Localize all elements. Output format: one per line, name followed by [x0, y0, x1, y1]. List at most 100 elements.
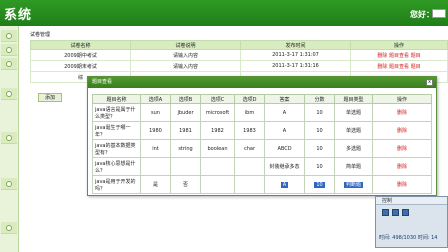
user-box	[432, 9, 446, 18]
paper-name: 2009期中考试	[30, 49, 131, 61]
delete-link[interactable]: 删除	[372, 103, 432, 122]
header-question: 题目名称	[92, 94, 141, 104]
question-text: java的基本数据类型有？	[92, 139, 141, 158]
paper-ops[interactable]: 删除 题目查看 题目	[350, 49, 448, 61]
play-button[interactable]	[402, 209, 409, 216]
answer: A	[264, 175, 305, 194]
table-row: 2009期中考试 请输入内容 2011-3-17 1:31:07 删除 题目查看…	[30, 49, 448, 61]
sidebar-item[interactable]	[1, 222, 17, 234]
option-a: 1980	[140, 121, 171, 140]
table-row: java核心思想是什么？ 封装继承多态 10 简单题 删除	[92, 157, 432, 176]
bullet-icon	[6, 61, 12, 67]
bullet-icon	[6, 33, 12, 39]
header-option-b: 选项B	[170, 94, 201, 104]
option-b: 1981	[170, 121, 201, 140]
option-d: 1983	[234, 121, 265, 140]
delete-link[interactable]: 删除	[372, 121, 432, 140]
paper-ops[interactable]: 删除 题目查看 题目	[350, 60, 448, 72]
bullet-icon	[6, 135, 12, 141]
question-type: 简单题	[334, 157, 373, 176]
question-dialog: 题目查看 x 题目名称 选项A 选项B 选项C 选项D 答案 分数 题目类型 操…	[87, 76, 437, 196]
header-score: 分数	[304, 94, 335, 104]
header-operation: 操作	[350, 40, 448, 50]
question-type: 单选题	[334, 103, 373, 122]
bullet-icon	[6, 91, 12, 97]
header-paper-desc: 试卷说明	[130, 40, 241, 50]
table-header-row: 试卷名称 试卷说明 发布时间 操作	[30, 40, 448, 50]
header-paper-name: 试卷名称	[30, 40, 131, 50]
answer: A	[264, 103, 305, 122]
sidebar-item[interactable]	[1, 30, 17, 42]
header-type: 题目类型	[334, 94, 373, 104]
table-row: java的基本数据类型有？ int string boolean char AB…	[92, 139, 432, 158]
panel-title: 试卷管理	[30, 32, 51, 38]
option-b: jbuder	[170, 103, 201, 122]
app-title: 系统	[4, 8, 33, 23]
stop-button[interactable]	[392, 209, 399, 216]
question-text: java核心思想是什么？	[92, 157, 141, 176]
option-b: string	[170, 139, 201, 158]
option-c	[200, 157, 235, 176]
header-option-a: 选项A	[140, 94, 171, 104]
delete-link[interactable]: 删除	[372, 139, 432, 158]
option-a: sun	[140, 103, 171, 122]
question-text: java诞生于哪一年？	[92, 121, 141, 140]
header-publish-time: 发布时间	[240, 40, 351, 50]
option-d	[234, 175, 265, 194]
sidebar-item[interactable]	[1, 178, 17, 190]
question-type: 判断题	[334, 175, 373, 194]
answer: 封装继承多态	[264, 157, 305, 176]
add-button[interactable]: 添加	[38, 93, 62, 102]
answer: ABCD	[264, 139, 305, 158]
bullet-icon	[6, 181, 12, 187]
option-c: boolean	[200, 139, 235, 158]
paper-time: 2011-3-17 1:31:07	[240, 49, 351, 61]
option-d: ibm	[234, 103, 265, 122]
option-d: char	[234, 139, 265, 158]
table-row: java语言是属于什么类型？ sun jbuder microsoft ibm …	[92, 103, 432, 122]
delete-link[interactable]: 删除	[372, 157, 432, 176]
score: 10	[304, 157, 335, 176]
table-row: 2009期末考试 请输入内容 2011-3-17 1:31:16 删除 题目查看…	[30, 60, 448, 72]
rewind-button[interactable]	[382, 209, 389, 216]
table-row: java诞生于哪一年？ 1980 1981 1982 1983 A 10 单选题…	[92, 121, 432, 140]
bullet-icon	[6, 47, 12, 53]
sidebar-item[interactable]	[1, 44, 17, 56]
question-table: 题目名称 选项A 选项B 选项C 选项D 答案 分数 题目类型 操作 java语…	[92, 94, 432, 194]
delete-link[interactable]: 删除	[372, 175, 432, 194]
bullet-icon	[6, 225, 12, 231]
score: 10	[304, 103, 335, 122]
question-text: java是用于开发的吗？	[92, 175, 141, 194]
sidebar-item[interactable]	[1, 88, 17, 100]
selected-score: 10	[314, 181, 325, 188]
dialog-title: 题目查看	[88, 77, 436, 88]
selected-type: 判断题	[343, 182, 363, 188]
table-header-row: 题目名称 选项A 选项B 选项C 选项D 答案 分数 题目类型 操作	[92, 94, 432, 104]
score: 10	[304, 121, 335, 140]
option-c: microsoft	[200, 103, 235, 122]
header-operation: 操作	[372, 94, 432, 104]
score: 10	[304, 139, 335, 158]
option-c	[200, 175, 235, 194]
option-a	[140, 157, 171, 176]
sidebar-item[interactable]	[1, 58, 17, 70]
header-option-c: 选项C	[200, 94, 235, 104]
sidebar	[0, 26, 19, 252]
paper-name: 2009期末考试	[30, 60, 131, 72]
score: 10	[304, 175, 335, 194]
close-icon[interactable]: x	[426, 79, 433, 86]
table-row: java是用于开发的吗？ 是 否 A 10 判断题 删除	[92, 175, 432, 194]
header-option-d: 选项D	[234, 94, 265, 104]
option-a: 是	[140, 175, 171, 194]
paper-desc: 请输入内容	[130, 60, 241, 72]
option-b	[170, 157, 201, 176]
option-b: 否	[170, 175, 201, 194]
option-a: int	[140, 139, 171, 158]
paper-desc: 请输入内容	[130, 49, 241, 61]
question-type: 多选题	[334, 139, 373, 158]
selected-answer: A	[280, 181, 289, 188]
control-title: 控制	[376, 197, 447, 205]
header-answer: 答案	[264, 94, 305, 104]
question-type: 单选题	[334, 121, 373, 140]
sidebar-item[interactable]	[1, 132, 17, 144]
